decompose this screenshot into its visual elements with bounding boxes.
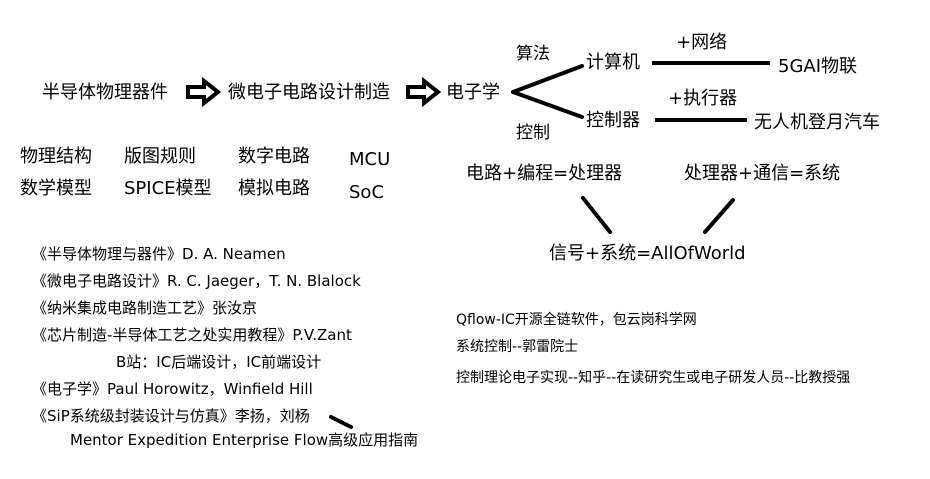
note-item: Qflow-IC开源全链软件，包云岗科学网 bbox=[456, 312, 697, 328]
grid-spice-model: SPICE模型 bbox=[124, 178, 212, 199]
grid-layout-rules: 版图规则 bbox=[124, 146, 196, 167]
node-computer: 计算机 bbox=[586, 52, 640, 73]
book-item: 《半导体物理与器件》D. A. Neamen bbox=[32, 245, 286, 263]
ink-mark bbox=[329, 415, 353, 429]
fork-lower-line bbox=[511, 90, 584, 119]
node-semiconductor-devices: 半导体物理器件 bbox=[42, 82, 168, 103]
fork-upper-line bbox=[511, 64, 584, 94]
grid-physical-structure: 物理结构 bbox=[20, 146, 92, 167]
book-item: 《微电子电路设计》R. C. Jaeger，T. N. Blalock bbox=[32, 272, 361, 290]
book-item: 《纳米集成电路制造工艺》张汝京 bbox=[32, 299, 258, 317]
book-item: 《芯片制造-半导体工艺之处实用教程》P.V.Zant bbox=[32, 326, 352, 344]
equation-all-of-world: 信号+系统=AllOfWorld bbox=[549, 243, 746, 264]
eq2-to-eq3-line bbox=[703, 198, 735, 234]
book-item: Mentor Expedition Enterprise Flow高级应用指南 bbox=[70, 431, 419, 449]
grid-analog-circuit: 模拟电路 bbox=[238, 178, 310, 199]
edge-label-network: +网络 bbox=[676, 32, 728, 53]
grid-math-model: 数学模型 bbox=[20, 178, 92, 199]
book-item: 《SiP系统级封装设计与仿真》李扬，刘杨 bbox=[32, 407, 310, 425]
eq1-to-eq3-line bbox=[581, 196, 612, 234]
node-electronics: 电子学 bbox=[446, 82, 500, 103]
node-uav: 无人机登月汽车 bbox=[754, 112, 880, 133]
equation-system: 处理器+通信=系统 bbox=[684, 163, 841, 184]
node-controller: 控制器 bbox=[586, 110, 640, 131]
node-iot: 5GAI物联 bbox=[778, 56, 858, 77]
edge-label-algorithm: 算法 bbox=[516, 44, 550, 64]
book-item: B站：IC后端设计，IC前端设计 bbox=[116, 353, 322, 371]
mind-map-canvas: 半导体物理器件 微电子电路设计制造 电子学 算法 控制 计算机 控制器 +网络 … bbox=[0, 0, 930, 479]
arrow-1-icon bbox=[186, 76, 222, 108]
arrow-2-icon bbox=[406, 76, 442, 108]
note-item: 控制理论电子实现--知乎--在读研究生或电子研发人员--比教授强 bbox=[456, 370, 851, 386]
grid-soc: SoC bbox=[349, 182, 385, 203]
book-item: 《电子学》Paul Horowitz，Winfield Hill bbox=[32, 380, 313, 398]
edge-label-control: 控制 bbox=[516, 123, 550, 143]
grid-mcu: MCU bbox=[349, 149, 391, 170]
node-microelectronics: 微电子电路设计制造 bbox=[228, 82, 390, 103]
grid-digital-circuit: 数字电路 bbox=[238, 146, 310, 167]
edge-label-actuator: +执行器 bbox=[668, 88, 738, 109]
note-item: 系统控制--郭雷院士 bbox=[456, 339, 579, 355]
equation-processor: 电路+编程=处理器 bbox=[466, 163, 623, 184]
